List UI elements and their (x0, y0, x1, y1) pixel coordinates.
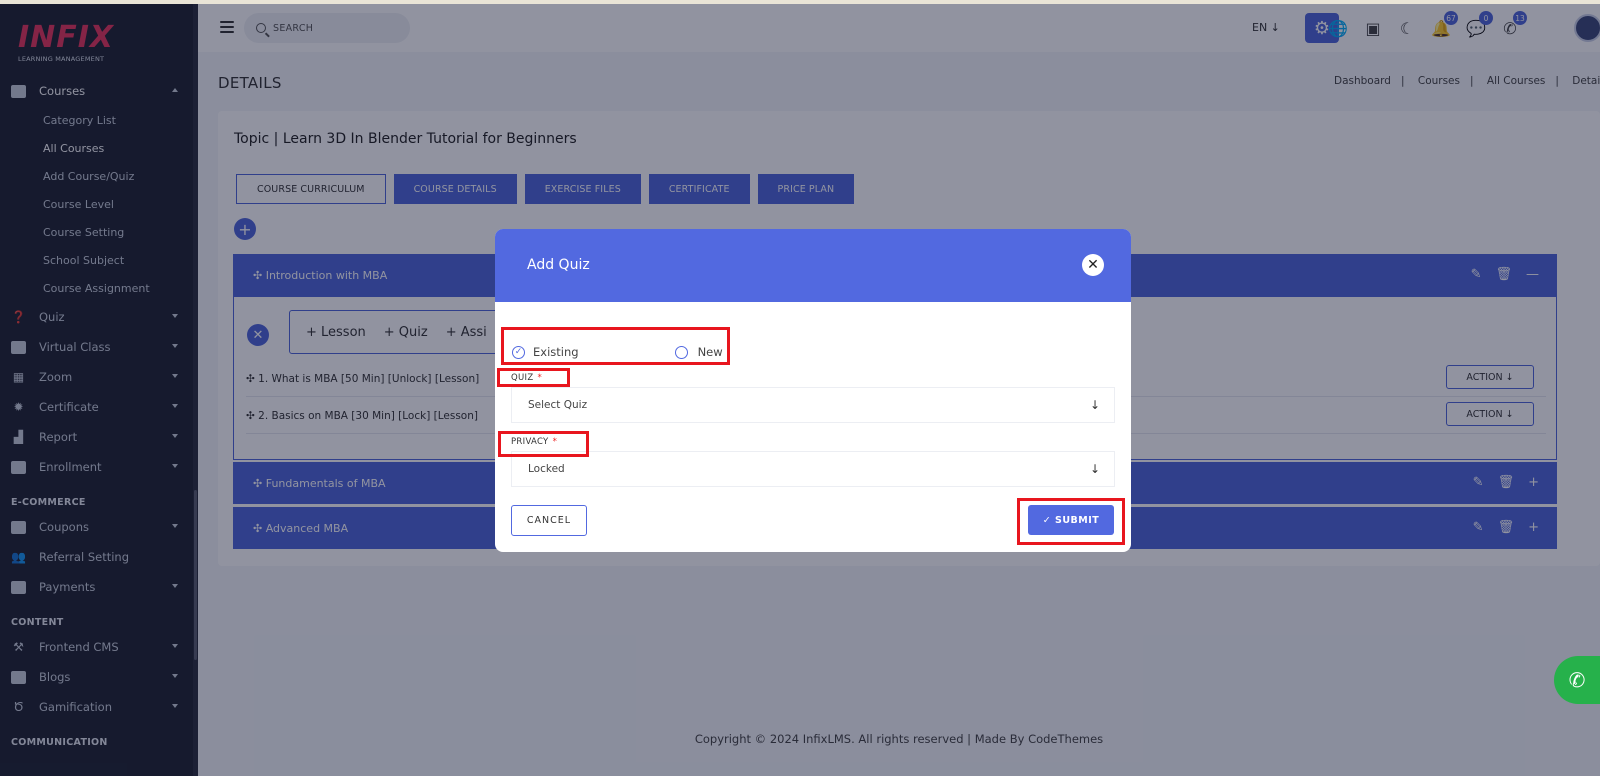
highlight-quiz-type (501, 327, 730, 365)
highlight-quiz-label (497, 368, 570, 387)
modal-title: Add Quiz (527, 257, 590, 273)
quiz-select-value: Select Quiz (528, 399, 588, 411)
close-button[interactable]: ✕ (1082, 254, 1104, 276)
modal-header: Add Quiz ✕ (495, 229, 1131, 302)
quiz-select[interactable]: Select Quiz ↓ (511, 387, 1115, 423)
close-icon: ✕ (1087, 257, 1099, 273)
whatsapp-chat-button[interactable]: ✆ (1554, 656, 1600, 704)
privacy-select[interactable]: Locked ↓ (511, 451, 1115, 487)
arrow-down-icon: ↓ (1089, 398, 1100, 412)
privacy-select-value: Locked (528, 463, 565, 475)
highlight-privacy-label (498, 431, 589, 457)
highlight-submit (1017, 498, 1125, 545)
whatsapp-icon: ✆ (1568, 668, 1586, 692)
cancel-button[interactable]: CANCEL (511, 505, 587, 536)
arrow-down-icon: ↓ (1089, 462, 1100, 476)
